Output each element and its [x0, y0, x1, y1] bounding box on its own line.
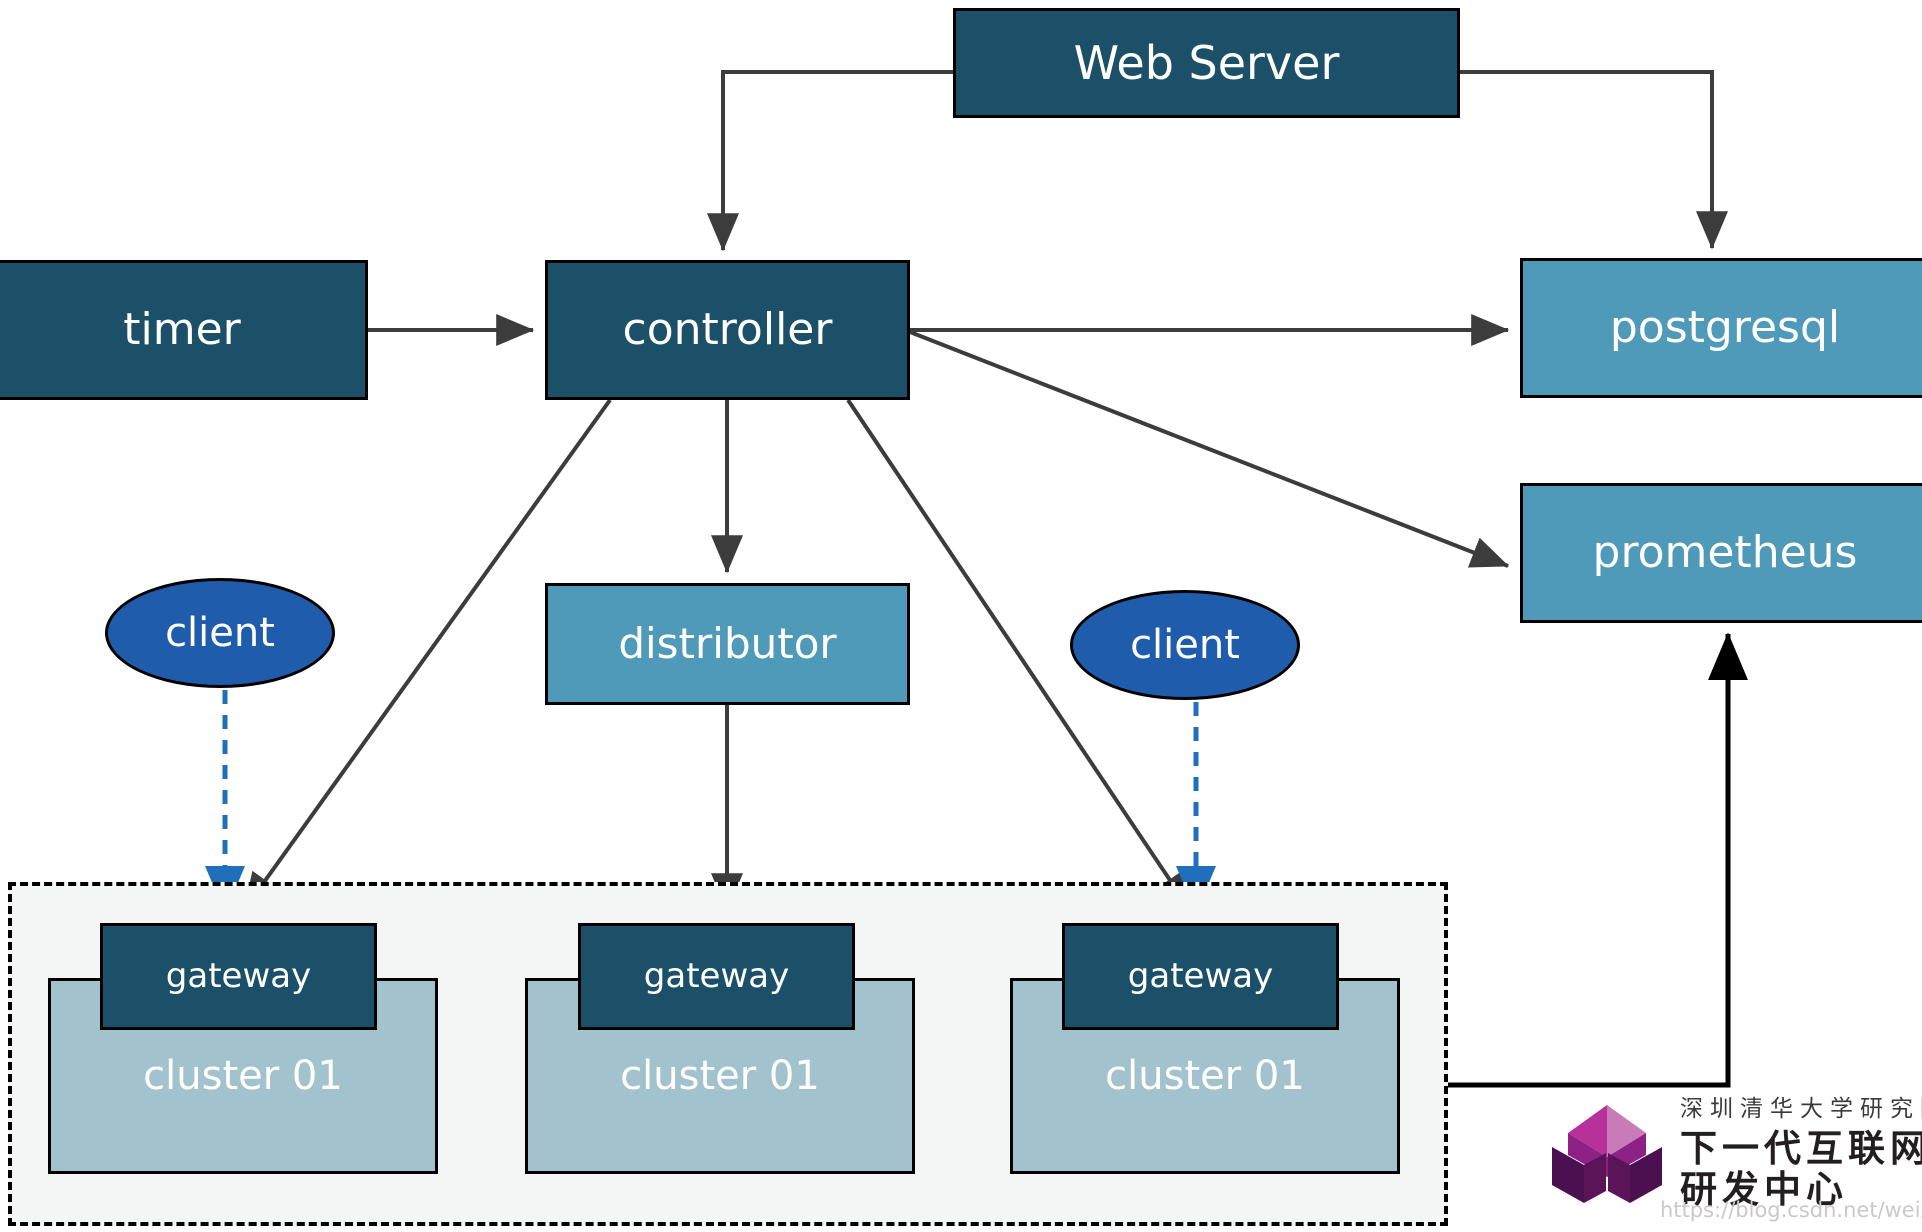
node-label: gateway	[1127, 955, 1274, 996]
edge-cluster3-prometheus	[1400, 632, 1748, 1088]
node-label: controller	[622, 303, 833, 355]
chevron-logo-icon	[1552, 1105, 1662, 1204]
edge-controller-prometheus	[909, 330, 1510, 568]
node-label: gateway	[643, 955, 790, 996]
edge-webserver-controller	[707, 70, 953, 252]
node-label: Web Server	[1073, 35, 1340, 90]
diagram-canvas: Web Server timer controller postgresql prome…	[0, 0, 1922, 1232]
node-label: distributor	[618, 618, 837, 668]
node-prometheus[interactable]: prometheus	[1520, 483, 1922, 623]
node-gateway-1[interactable]: gateway	[100, 923, 377, 1030]
watermark-org-line-2: 下一代互联网	[1680, 1127, 1922, 1170]
node-label: timer	[123, 303, 241, 355]
node-label: gateway	[165, 955, 312, 996]
node-label: prometheus	[1592, 526, 1858, 578]
node-controller[interactable]: controller	[545, 260, 910, 400]
node-timer[interactable]: timer	[0, 260, 368, 400]
watermark-org-line-1: 深圳清华大学研究院	[1680, 1096, 1922, 1122]
node-web-server[interactable]: Web Server	[953, 8, 1460, 118]
watermark-url: https://blog.csdn.net/weixin_45502294	[1660, 1198, 1922, 1222]
node-label: cluster 01	[143, 1053, 343, 1099]
node-postgresql[interactable]: postgresql	[1520, 258, 1922, 398]
watermark-logo: 深圳清华大学研究院 下一代互联网 研发中心	[1548, 1098, 1922, 1211]
node-label: client	[165, 610, 275, 656]
node-distributor[interactable]: distributor	[545, 583, 910, 705]
watermark-text-block: 深圳清华大学研究院 下一代互联网 研发中心	[1680, 1098, 1922, 1211]
node-label: client	[1130, 622, 1240, 668]
node-gateway-3[interactable]: gateway	[1062, 923, 1339, 1030]
node-label: cluster 01	[1105, 1053, 1305, 1099]
edge-webserver-postgresql	[1460, 70, 1728, 250]
node-client-2[interactable]: client	[1070, 590, 1300, 700]
node-label: cluster 01	[620, 1053, 820, 1099]
node-label: postgresql	[1609, 301, 1841, 353]
node-client-1[interactable]: client	[105, 578, 335, 688]
node-gateway-2[interactable]: gateway	[578, 923, 855, 1030]
